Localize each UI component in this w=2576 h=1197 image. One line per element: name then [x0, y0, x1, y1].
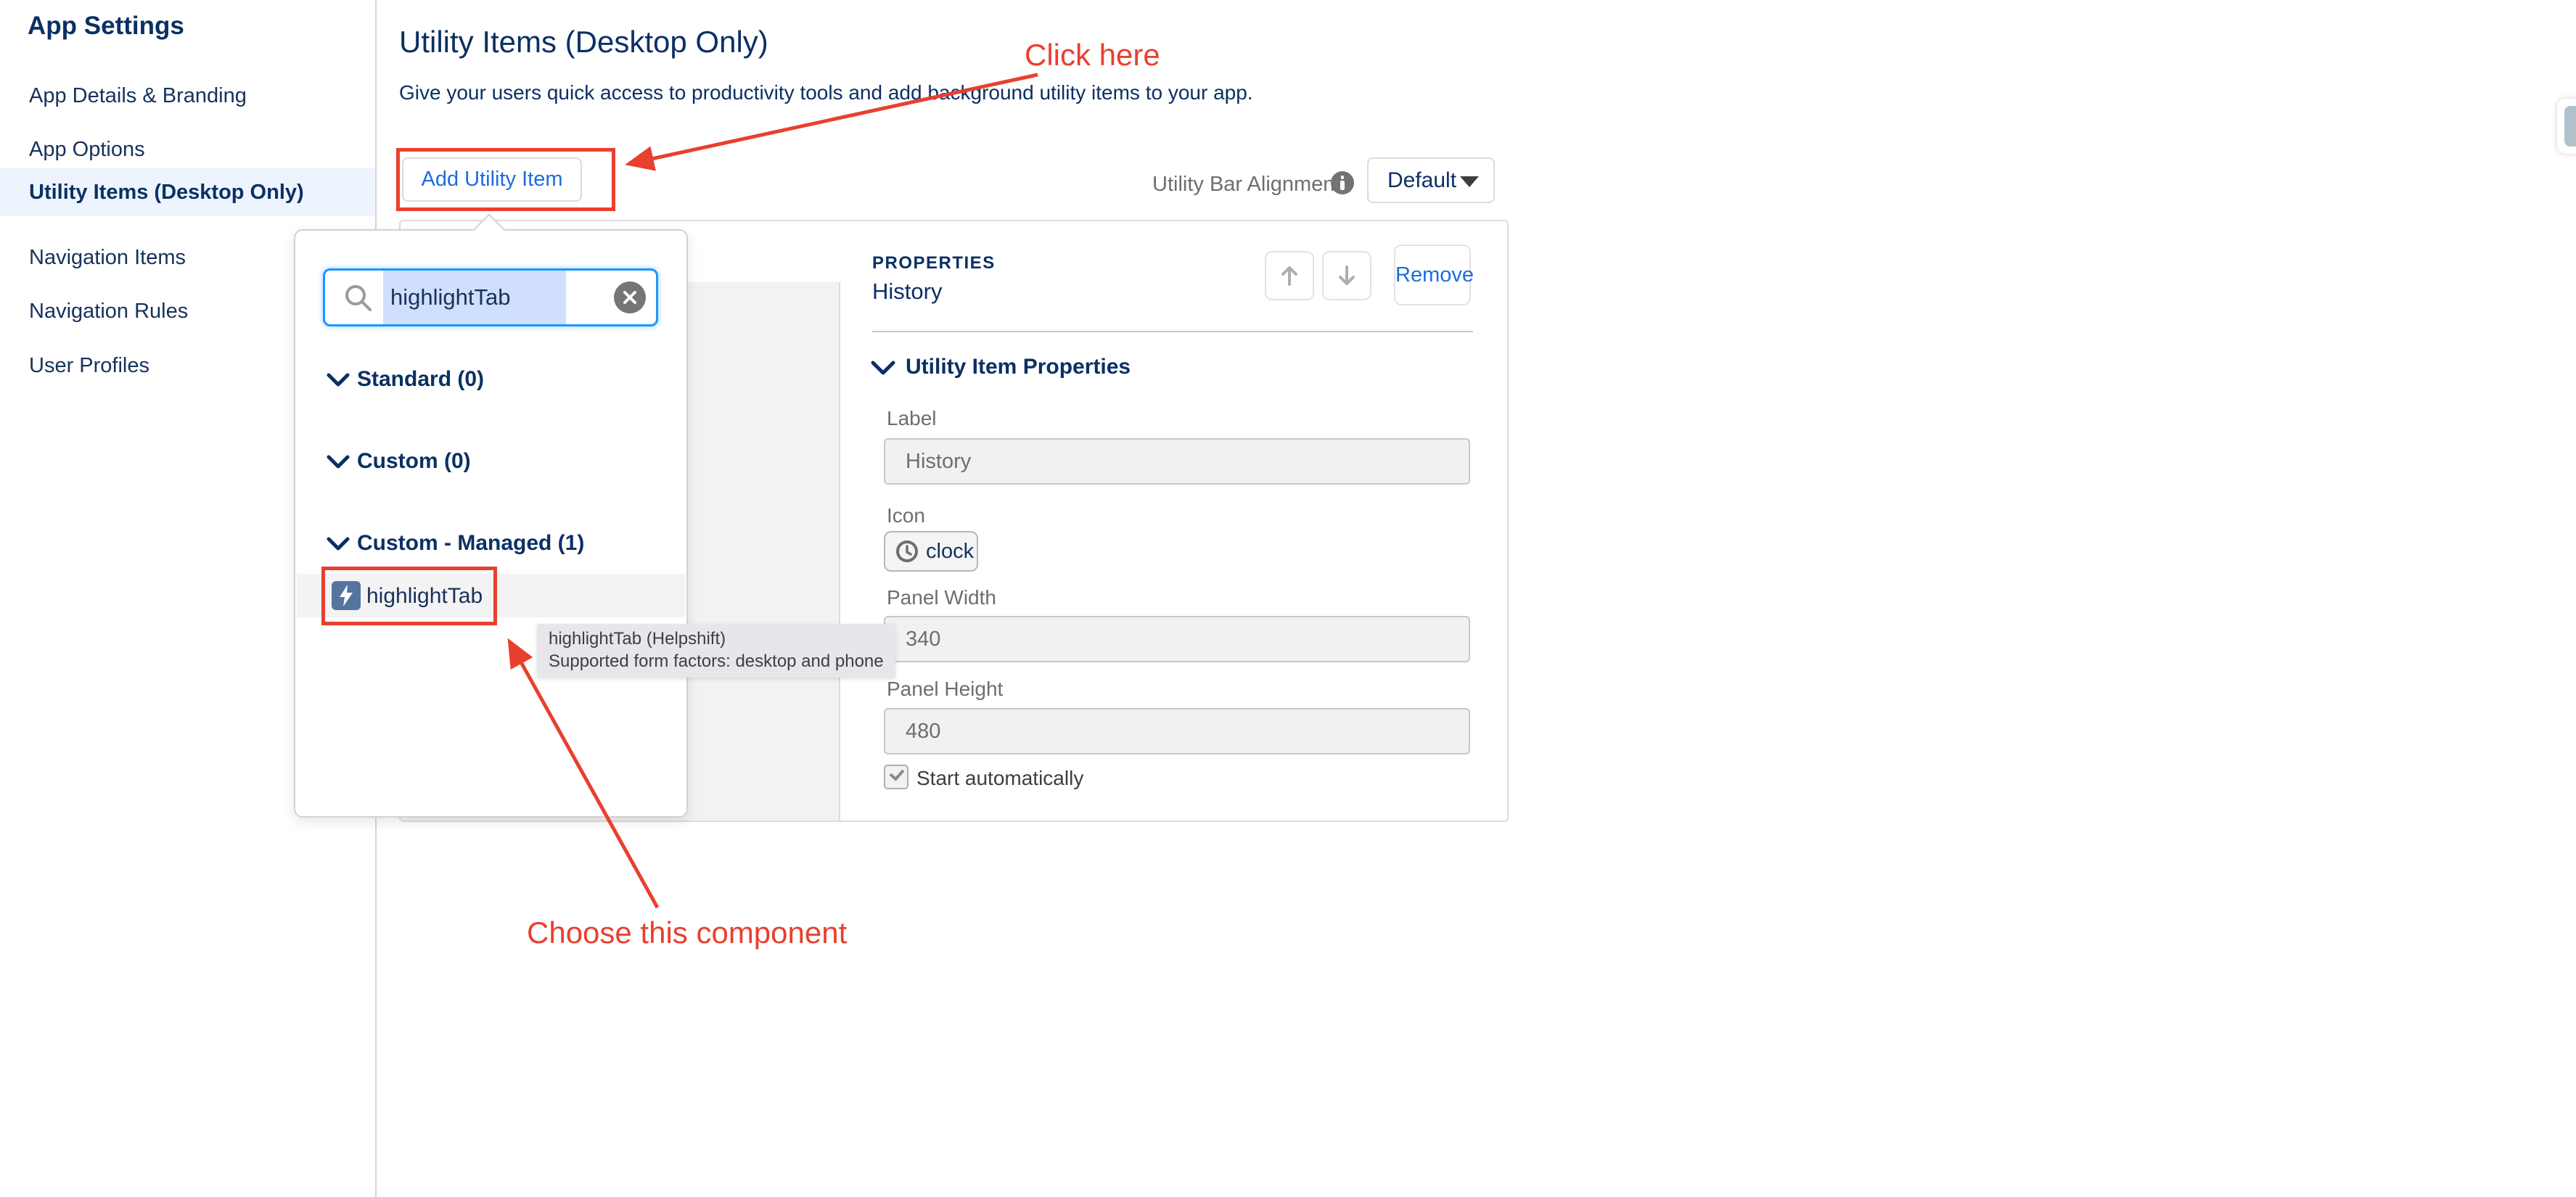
annotation-choose-component: Choose this component — [527, 916, 847, 950]
chevron-down-icon — [327, 455, 350, 469]
lightning-component-icon — [332, 581, 361, 610]
page-title: Utility Items (Desktop Only) — [399, 25, 768, 59]
search-icon — [342, 282, 374, 314]
arrow-down-icon — [1334, 263, 1359, 288]
chevron-down-icon — [327, 537, 350, 551]
section-standard[interactable]: Standard (0) — [295, 367, 686, 396]
sidebar-item-utility-items[interactable]: Utility Items (Desktop Only) — [29, 168, 304, 216]
section-custom-label: Custom (0) — [357, 449, 471, 474]
sidebar-item-navigation-rules[interactable]: Navigation Rules — [29, 287, 188, 335]
icon-picker-button[interactable]: clock — [884, 531, 978, 572]
section-chevron-down-icon[interactable] — [871, 360, 895, 376]
scrollbar-thumb[interactable] — [2557, 99, 2576, 154]
lightning-bolt-icon — [337, 584, 355, 607]
utility-bar-alignment-label: Utility Bar Alignment — [1152, 173, 1341, 197]
sidebar-item-app-details[interactable]: App Details & Branding — [29, 72, 247, 120]
alignment-select[interactable]: Default — [1367, 157, 1495, 203]
move-down-button[interactable] — [1322, 251, 1371, 300]
search-input-value: highlightTab — [390, 271, 510, 324]
alignment-selected-value: Default — [1387, 159, 1456, 202]
component-tooltip: highlightTab (Helpshift) Supported form … — [537, 624, 895, 678]
annotation-click-here: Click here — [1025, 38, 1160, 73]
panel-height-label: Panel Height — [887, 678, 1003, 701]
chevron-down-icon — [1460, 176, 1479, 187]
tooltip-line-1: highlightTab (Helpshift) — [549, 629, 726, 649]
section-custom-managed-label: Custom - Managed (1) — [357, 531, 584, 556]
start-automatically-checkbox[interactable] — [884, 765, 908, 789]
panel-width-input[interactable]: 340 — [884, 616, 1470, 662]
start-automatically-label: Start automatically — [916, 767, 1083, 790]
sidebar-item-navigation-items[interactable]: Navigation Items — [29, 234, 186, 281]
properties-item-name: History — [872, 279, 942, 305]
icon-picker-value: clock — [926, 540, 974, 564]
label-field-input[interactable]: History — [884, 438, 1470, 485]
remove-button[interactable]: Remove — [1394, 244, 1471, 305]
utility-item-picker-popover: highlightTab Standard (0) Custom (0) Cus… — [294, 229, 688, 818]
section-custom[interactable]: Custom (0) — [295, 449, 686, 478]
move-up-button[interactable] — [1265, 251, 1314, 300]
label-field-label: Label — [887, 407, 937, 430]
chevron-down-icon — [327, 373, 350, 387]
tooltip-line-2: Supported form factors: desktop and phon… — [549, 651, 884, 672]
page-description: Give your users quick access to producti… — [399, 81, 1253, 104]
icon-field-label: Icon — [887, 504, 925, 527]
sidebar-item-app-options[interactable]: App Options — [29, 126, 145, 173]
arrow-up-icon — [1277, 263, 1302, 288]
panel-width-label: Panel Width — [887, 586, 996, 609]
scrollbar-thumb-inner — [2564, 106, 2576, 147]
properties-divider — [872, 331, 1473, 332]
add-utility-item-button[interactable]: Add Utility Item — [402, 157, 582, 202]
clear-search-icon[interactable] — [614, 281, 646, 313]
panel-height-input[interactable]: 480 — [884, 708, 1470, 754]
sidebar-item-user-profiles[interactable]: User Profiles — [29, 342, 149, 390]
section-custom-managed[interactable]: Custom - Managed (1) — [295, 531, 686, 560]
section-standard-label: Standard (0) — [357, 367, 484, 392]
highlighttab-item-label[interactable]: highlightTab — [366, 584, 483, 609]
properties-eyebrow: PROPERTIES — [872, 253, 996, 273]
utility-item-properties-header[interactable]: Utility Item Properties — [906, 355, 1131, 379]
search-input[interactable]: highlightTab — [323, 268, 658, 326]
clock-icon — [895, 539, 919, 564]
info-icon[interactable] — [1331, 171, 1354, 194]
sidebar-heading: App Settings — [28, 12, 184, 41]
